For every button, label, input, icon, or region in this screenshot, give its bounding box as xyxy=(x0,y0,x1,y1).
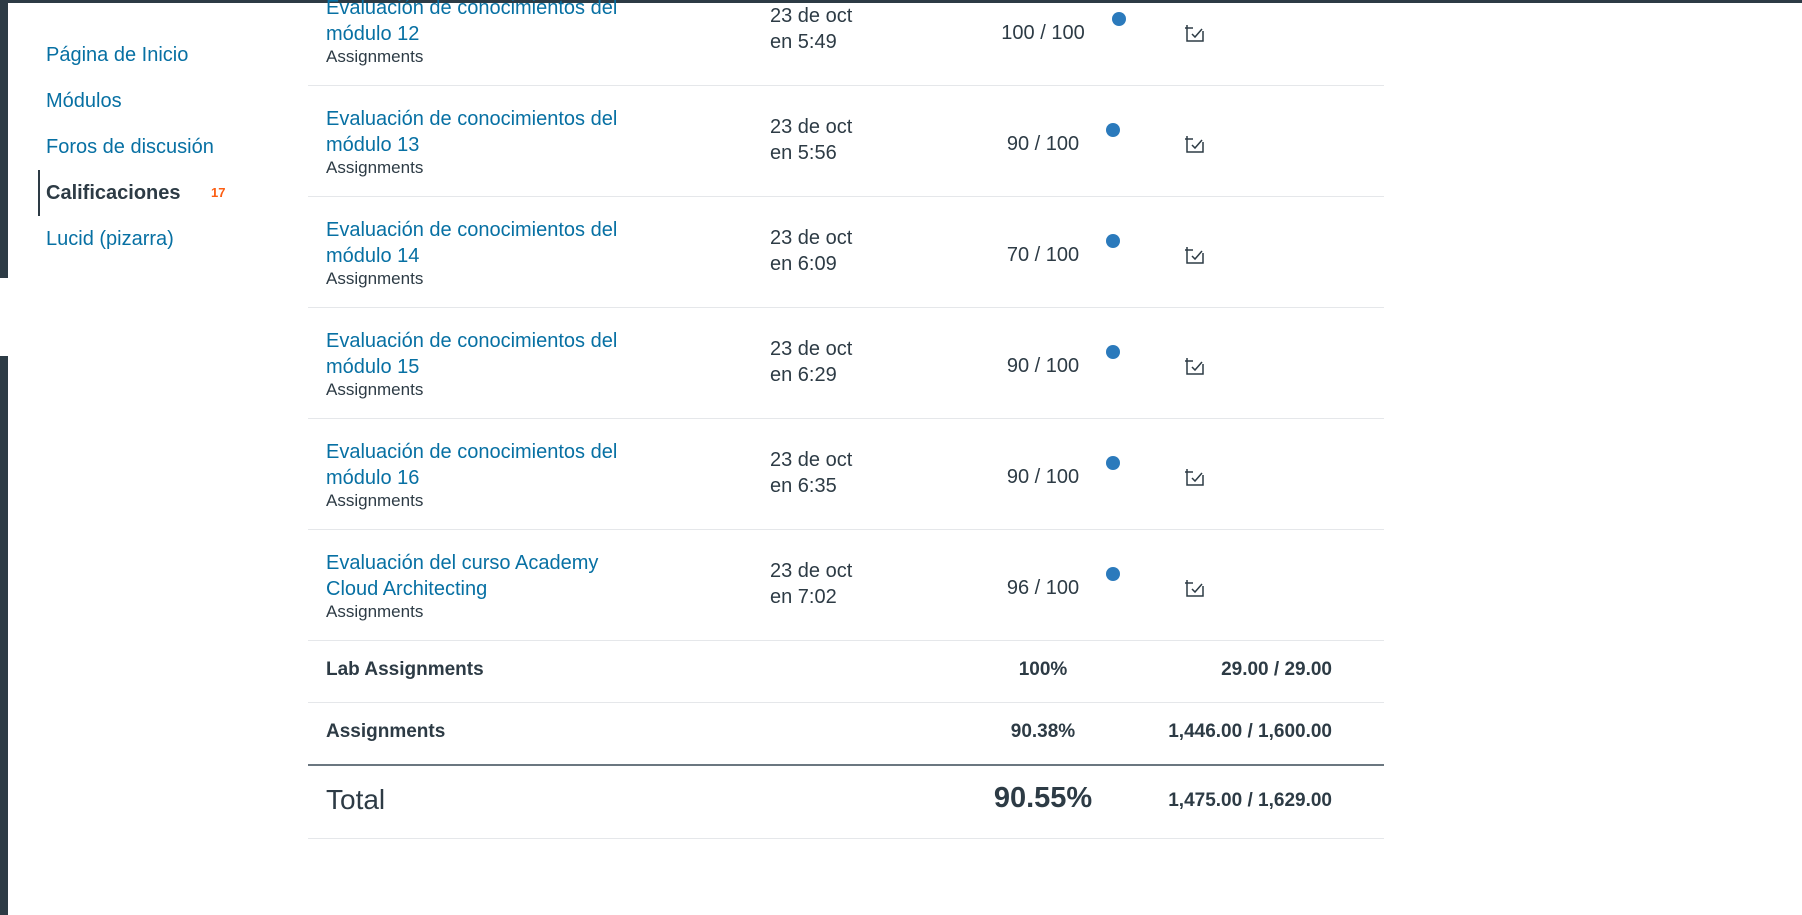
rubric-icon[interactable] xyxy=(1184,466,1206,488)
group-total-percent: 90.38% xyxy=(1010,721,1076,742)
unread-dot-icon xyxy=(1106,123,1120,137)
group-total-points: 1,446.00 / 1,600.00 xyxy=(1168,721,1332,742)
assignment-group: Assignments xyxy=(326,269,424,288)
due-date: 23 de oct en 6:09 xyxy=(770,227,853,275)
assignment-title-link[interactable]: Evaluación del curso Academy Cloud Archi… xyxy=(326,550,656,602)
rubric-icon[interactable] xyxy=(1184,244,1206,266)
due-date: 23 de oct en 6:29 xyxy=(770,338,853,386)
due-date: 23 de oct en 6:35 xyxy=(770,449,853,497)
rubric-icon[interactable] xyxy=(1184,133,1206,155)
assignment-group: Assignments xyxy=(326,380,424,399)
course-navigation: Página de Inicio Módulos Foros de discus… xyxy=(38,32,248,262)
global-nav-edge xyxy=(0,3,8,278)
unread-dot-icon xyxy=(1106,345,1120,359)
assignment-row: Evaluación de conocimientos del módulo 1… xyxy=(308,86,1384,197)
group-total-points: 29.00 / 29.00 xyxy=(1221,659,1332,680)
grades-table: Evaluación de conocimientos del módulo 1… xyxy=(308,0,1384,839)
final-total-row: Total 90.55% 1,475.00 / 1,629.00 xyxy=(308,766,1384,839)
group-total-row: Assignments 90.38% 1,446.00 / 1,600.00 xyxy=(308,703,1384,766)
nav-item-grades[interactable]: Calificaciones 17 xyxy=(38,170,248,216)
assignment-title-link[interactable]: Evaluación de conocimientos del módulo 1… xyxy=(326,217,656,269)
group-total-percent: 100% xyxy=(1018,659,1068,680)
nav-item-grades-label: Calificaciones xyxy=(46,182,181,204)
rubric-icon[interactable] xyxy=(1184,355,1206,377)
score: 100 / 100 xyxy=(1001,22,1085,44)
nav-item-home[interactable]: Página de Inicio xyxy=(38,32,248,78)
assignment-title-link[interactable]: Evaluación de conocimientos del módulo 1… xyxy=(326,106,656,158)
assignment-row: Evaluación de conocimientos del módulo 1… xyxy=(308,419,1384,530)
rubric-icon[interactable] xyxy=(1184,577,1206,599)
group-total-label: Assignments xyxy=(326,721,446,742)
nav-item-discussions[interactable]: Foros de discusión xyxy=(38,124,248,170)
unread-dot-icon xyxy=(1112,12,1126,26)
nav-item-modules[interactable]: Módulos xyxy=(38,78,248,124)
total-points: 1,475.00 / 1,629.00 xyxy=(1168,790,1332,811)
assignment-title-link[interactable]: Evaluación de conocimientos del módulo 1… xyxy=(326,328,656,380)
assignment-group: Assignments xyxy=(326,491,424,510)
due-date: 23 de oct en 5:56 xyxy=(770,116,853,164)
group-total-label: Lab Assignments xyxy=(326,659,484,680)
group-total-row: Lab Assignments 100% 29.00 / 29.00 xyxy=(308,641,1384,703)
assignment-row: Evaluación de conocimientos del módulo 1… xyxy=(308,0,1384,86)
total-percent: 90.55% xyxy=(993,782,1093,814)
global-nav-edge-lower xyxy=(0,356,8,915)
unread-dot-icon xyxy=(1106,456,1120,470)
assignment-row: Evaluación de conocimientos del módulo 1… xyxy=(308,308,1384,419)
score: 96 / 100 xyxy=(1006,577,1080,599)
assignment-group: Assignments xyxy=(326,158,424,177)
total-label: Total xyxy=(326,784,386,815)
unread-dot-icon xyxy=(1106,567,1120,581)
assignment-title-link[interactable]: Evaluación de conocimientos del módulo 1… xyxy=(326,0,656,47)
assignment-row: Evaluación de conocimientos del módulo 1… xyxy=(308,197,1384,308)
assignment-group: Assignments xyxy=(326,47,424,66)
assignment-group: Assignments xyxy=(326,602,424,621)
assignment-title-link[interactable]: Evaluación de conocimientos del módulo 1… xyxy=(326,439,656,491)
due-date: 23 de oct en 5:49 xyxy=(770,5,853,53)
nav-item-lucid[interactable]: Lucid (pizarra) xyxy=(38,216,248,262)
unread-dot-icon xyxy=(1106,234,1120,248)
grades-badge: 17 xyxy=(211,185,226,200)
score: 90 / 100 xyxy=(1006,466,1080,488)
score: 70 / 100 xyxy=(1006,244,1080,266)
score: 90 / 100 xyxy=(1006,133,1080,155)
assignment-row: Evaluación del curso Academy Cloud Archi… xyxy=(308,530,1384,641)
score: 90 / 100 xyxy=(1006,355,1080,377)
due-date: 23 de oct en 7:02 xyxy=(770,560,853,608)
rubric-icon[interactable] xyxy=(1184,22,1206,44)
